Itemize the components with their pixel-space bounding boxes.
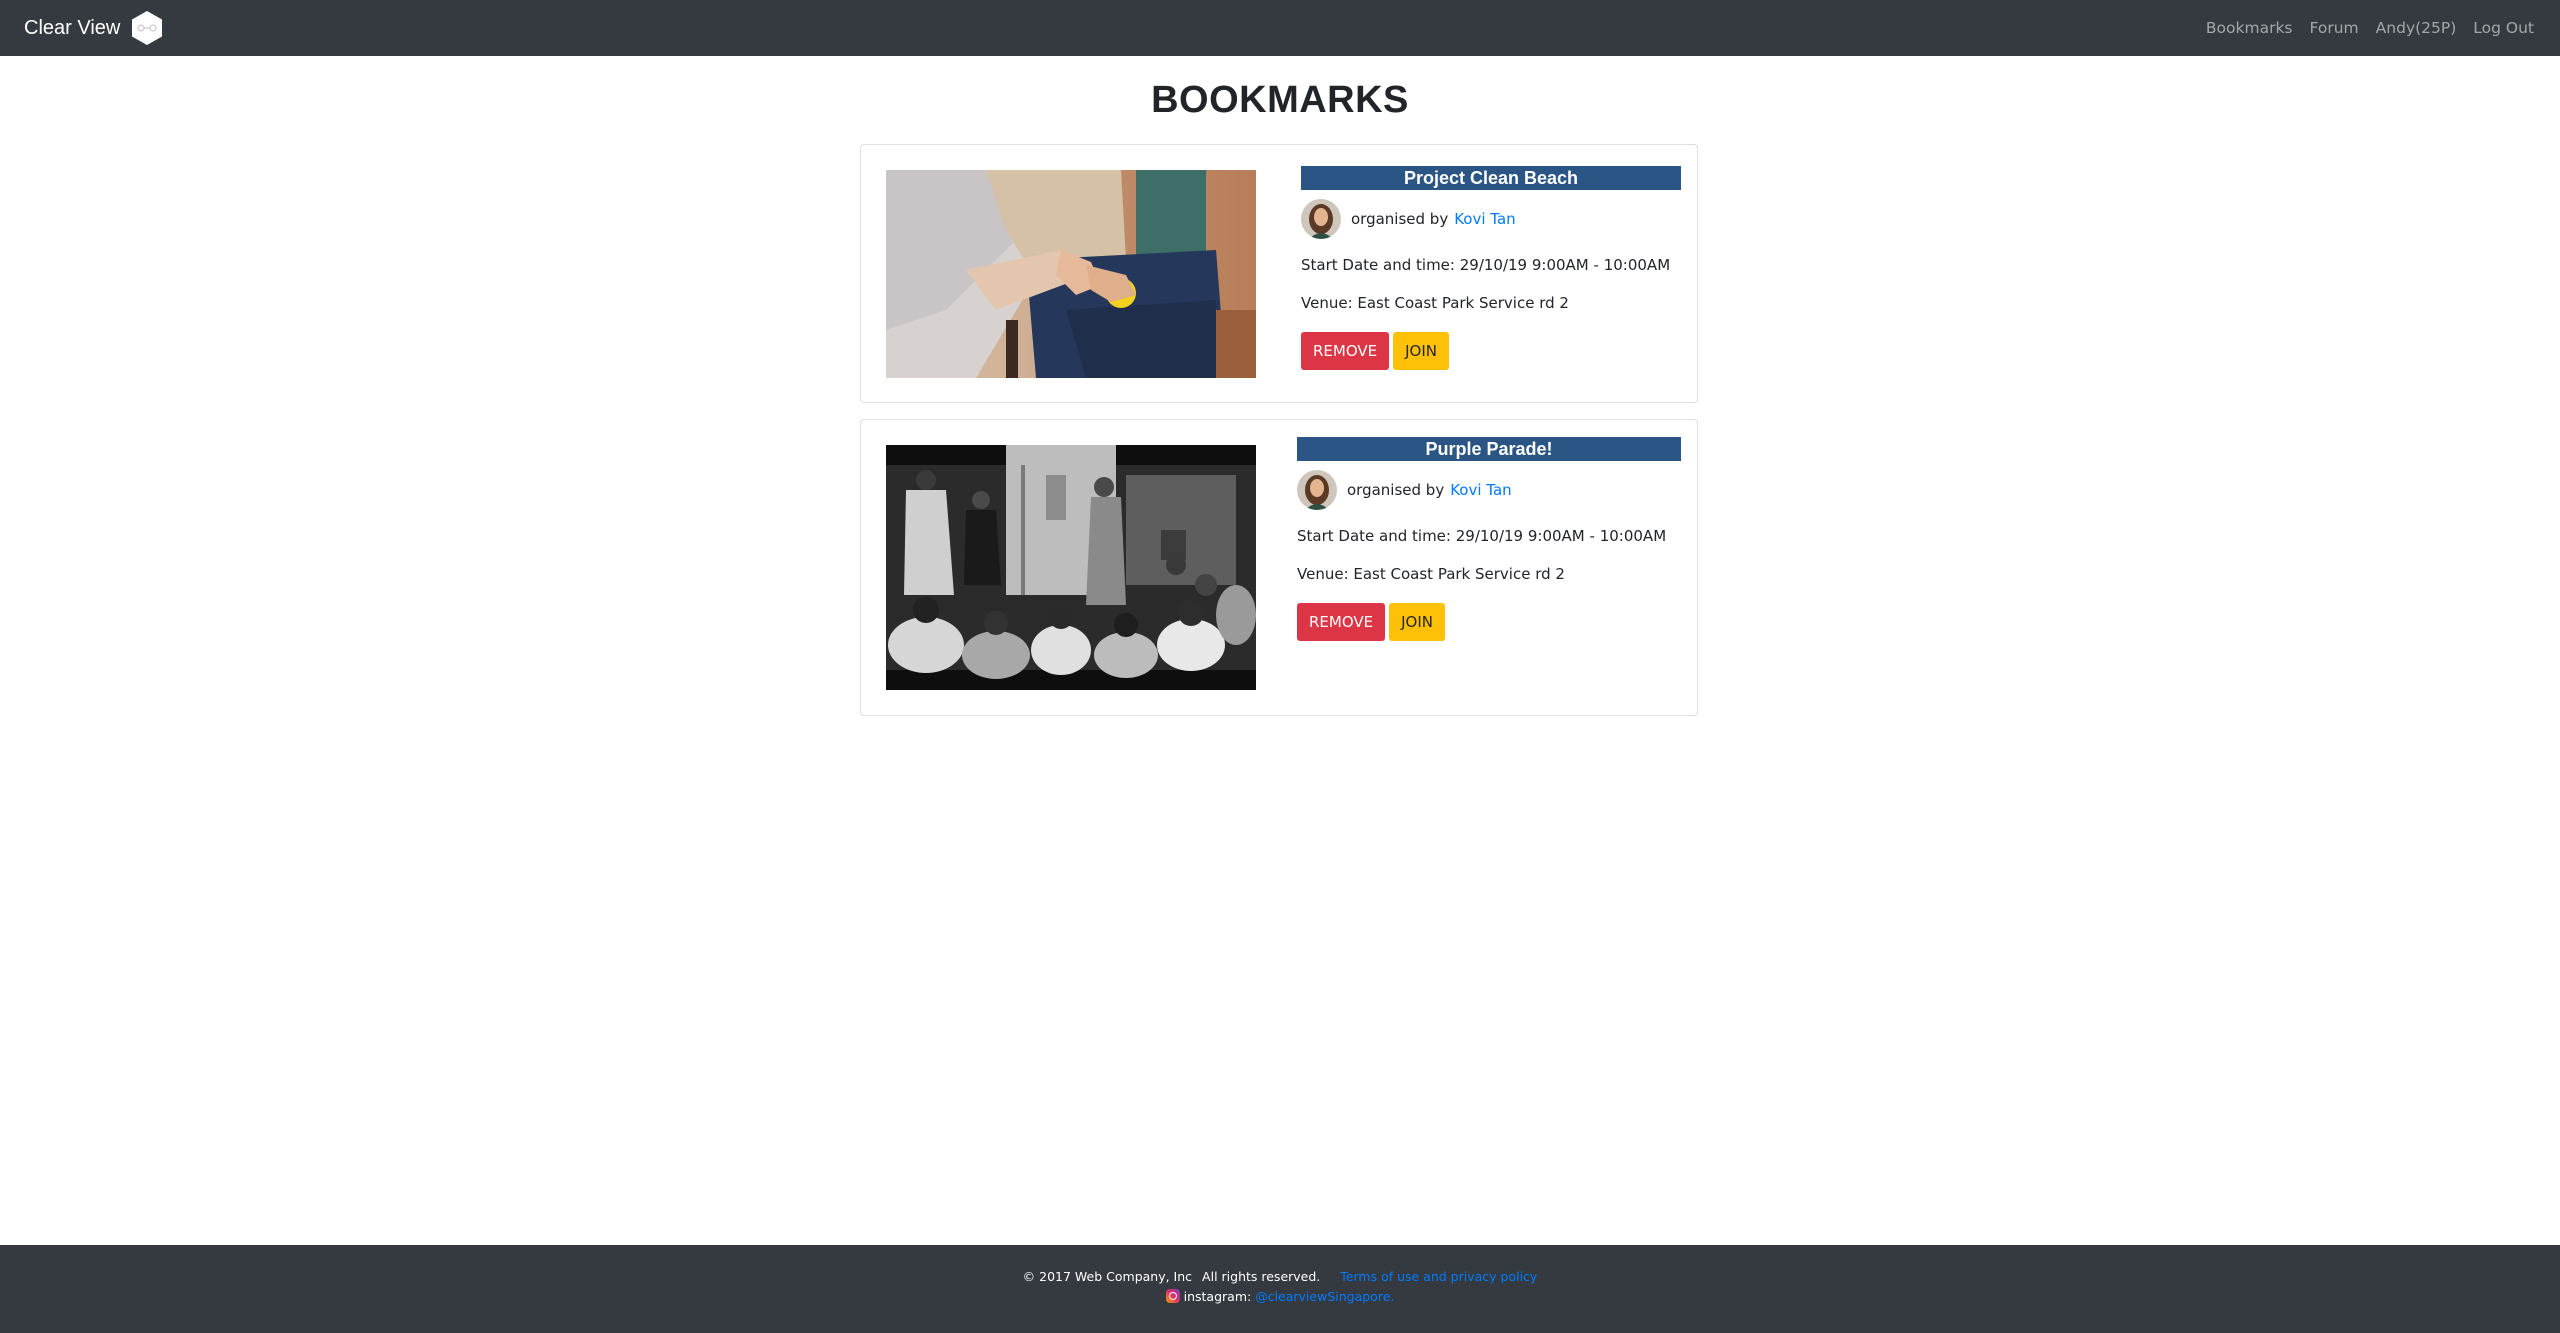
event-title[interactable]: Purple Parade! xyxy=(1297,437,1681,461)
organiser-link[interactable]: Kovi Tan xyxy=(1450,481,1511,499)
navbar: Clear View Bookmarks Forum Andy(25P) Log… xyxy=(0,0,2560,56)
organiser-row: organised by Kovi Tan xyxy=(1297,469,1681,511)
event-image[interactable] xyxy=(886,170,1256,378)
instagram-label: instagram: xyxy=(1183,1289,1252,1304)
nav-link-logout[interactable]: Log Out xyxy=(2473,19,2534,37)
brand-name[interactable]: Clear View xyxy=(24,13,120,43)
footer-instagram-line: instagram: @clearviewSingapore. xyxy=(0,1289,2560,1304)
remove-button[interactable]: REMOVE xyxy=(1301,332,1390,370)
nav-link-profile[interactable]: Andy(25P) xyxy=(2376,19,2457,37)
card-actions: REMOVE JOIN xyxy=(1297,603,1681,641)
event-title[interactable]: Project Clean Beach xyxy=(1301,166,1681,190)
page-title: BOOKMARKS xyxy=(1151,79,1409,121)
instagram-link[interactable]: @clearviewSingapore. xyxy=(1255,1289,1394,1304)
join-button[interactable]: JOIN xyxy=(1389,603,1445,641)
nav-link-bookmarks[interactable]: Bookmarks xyxy=(2206,19,2293,37)
event-start: Start Date and time: 29/10/19 9:00AM - 1… xyxy=(1301,256,1671,274)
bookmark-card: Project Clean Beach organised by Kovi Ta… xyxy=(860,144,1698,403)
card-actions: REMOVE JOIN xyxy=(1301,332,1681,370)
event-venue: Venue: East Coast Park Service rd 2 xyxy=(1297,565,1565,583)
footer-copyright-line: © 2017 Web Company, Inc All rights reserv… xyxy=(0,1269,2560,1284)
avatar xyxy=(1301,199,1341,239)
terms-link[interactable]: Terms of use and privacy policy xyxy=(1340,1269,1537,1284)
avatar xyxy=(1297,470,1337,510)
hexagon-logo-icon[interactable] xyxy=(130,10,164,46)
rights-text: All rights reserved. xyxy=(1202,1269,1321,1284)
event-start: Start Date and time: 29/10/19 9:00AM - 1… xyxy=(1297,527,1667,545)
instagram-icon[interactable] xyxy=(1165,1289,1180,1303)
event-venue: Venue: East Coast Park Service rd 2 xyxy=(1301,294,1569,312)
event-info: Project Clean Beach organised by Kovi Ta… xyxy=(1301,166,1681,370)
event-image[interactable] xyxy=(886,445,1256,690)
organised-by-label: organised by xyxy=(1347,481,1445,499)
event-info: Purple Parade! organised by Kovi Tan Sta… xyxy=(1297,437,1681,641)
organised-by-label: organised by xyxy=(1351,210,1449,228)
footer: © 2017 Web Company, Inc All rights reserv… xyxy=(0,1245,2560,1333)
organiser-row: organised by Kovi Tan xyxy=(1301,198,1681,240)
organiser-link[interactable]: Kovi Tan xyxy=(1454,210,1515,228)
remove-button[interactable]: REMOVE xyxy=(1297,603,1386,641)
bookmark-card: Purple Parade! organised by Kovi Tan Sta… xyxy=(860,419,1698,716)
copyright-text: © 2017 Web Company, Inc xyxy=(1022,1269,1193,1284)
nav-link-forum[interactable]: Forum xyxy=(2310,19,2359,37)
nav-links: Bookmarks Forum Andy(25P) Log Out xyxy=(2189,0,2534,56)
join-button[interactable]: JOIN xyxy=(1393,332,1449,370)
